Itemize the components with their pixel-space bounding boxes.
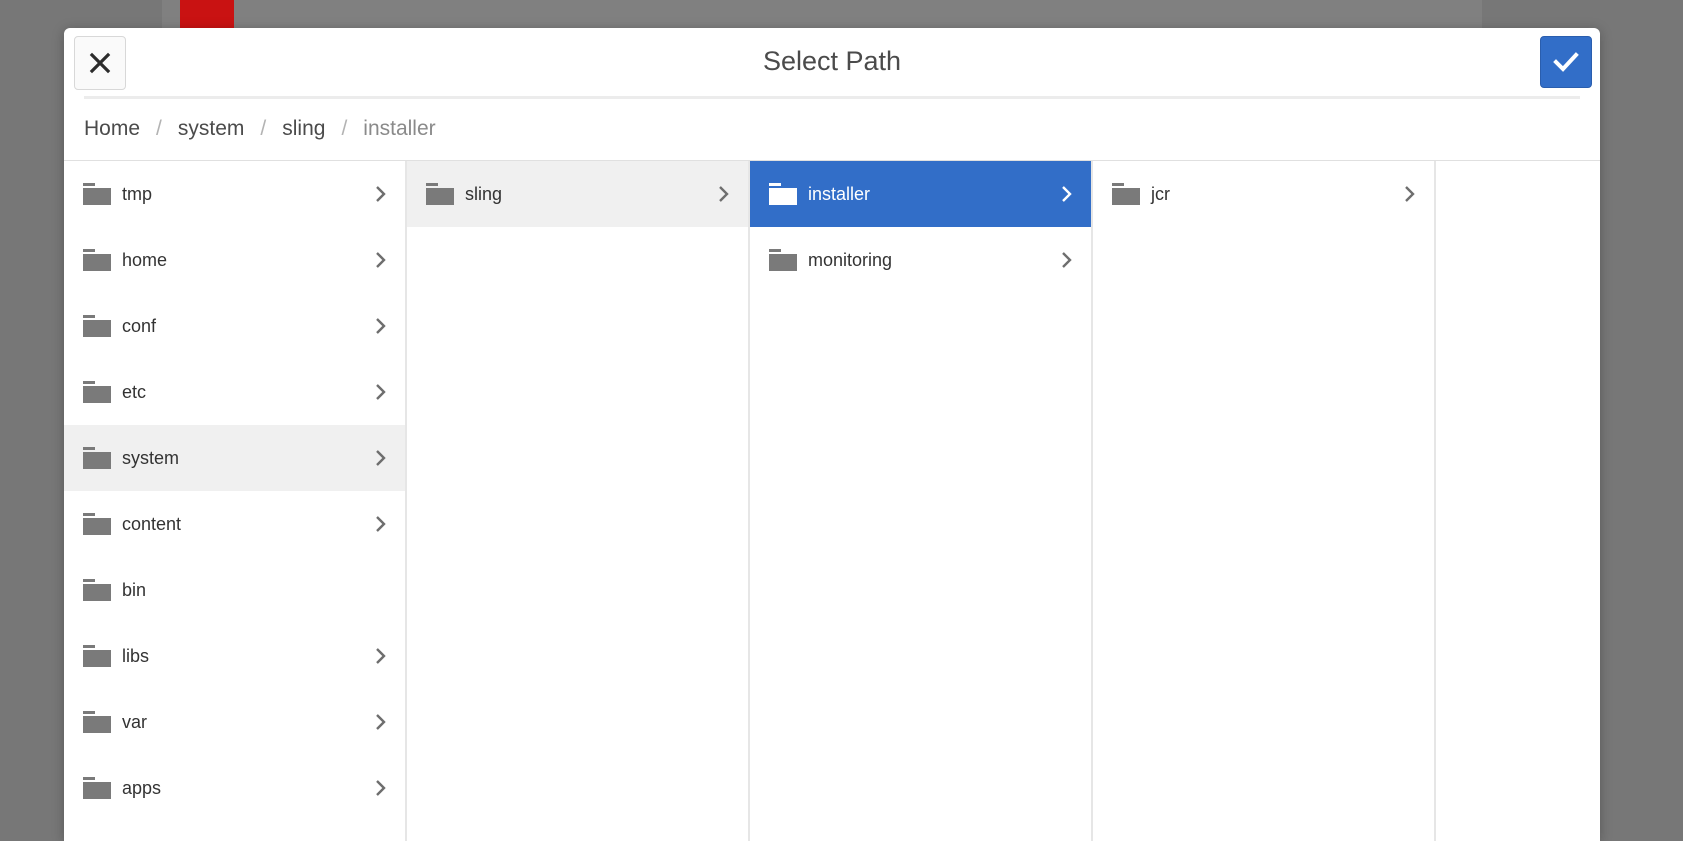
column-root[interactable]: tmp home conf etc system content bin libs var app…: [64, 161, 407, 841]
breadcrumb-separator: /: [260, 117, 267, 140]
folder-label: etc: [122, 381, 147, 402]
folder-row[interactable]: monitoring: [750, 227, 1091, 293]
breadcrumb-sling[interactable]: sling: [282, 117, 325, 141]
chevron-right-icon: [1405, 186, 1415, 202]
folder-row[interactable]: jcr: [1093, 161, 1434, 227]
folder-icon: [83, 645, 111, 667]
dialog-header: Select Path: [64, 28, 1600, 99]
column-installer[interactable]: jcr: [1093, 161, 1436, 841]
folder-label: monitoring: [808, 249, 893, 270]
checkmark-icon: [1553, 52, 1579, 72]
folder-label: jcr: [1151, 183, 1170, 204]
column-browser: tmp home conf etc system content bin libs var app…: [64, 161, 1600, 841]
chevron-right-icon: [376, 516, 386, 532]
chevron-right-icon: [1062, 186, 1072, 202]
folder-icon: [769, 183, 797, 205]
folder-row[interactable]: apps: [64, 755, 405, 821]
folder-row[interactable]: system: [64, 425, 405, 491]
breadcrumb-separator: /: [341, 117, 348, 140]
folder-icon: [83, 381, 111, 403]
chevron-right-icon: [719, 186, 729, 202]
folder-label: bin: [122, 579, 147, 600]
folder-label: apps: [122, 777, 162, 798]
confirm-button[interactable]: [1540, 36, 1592, 88]
folder-icon: [83, 183, 111, 205]
chevron-right-icon: [376, 648, 386, 664]
column-system[interactable]: sling: [407, 161, 750, 841]
folder-row[interactable]: content: [64, 491, 405, 557]
folder-icon: [1112, 183, 1140, 205]
select-path-dialog: Select Path Home / system / sling / inst…: [64, 28, 1600, 841]
folder-row[interactable]: conf: [64, 293, 405, 359]
column-sling[interactable]: installer monitoring: [750, 161, 1093, 841]
folder-icon: [83, 249, 111, 271]
chevron-right-icon: [376, 318, 386, 334]
folder-icon: [83, 777, 111, 799]
folder-label: system: [122, 447, 180, 468]
folder-label: var: [122, 711, 148, 732]
chevron-right-icon: [376, 252, 386, 268]
folder-row[interactable]: bin: [64, 557, 405, 623]
chevron-right-icon: [376, 450, 386, 466]
dialog-title: Select Path: [762, 46, 902, 76]
chevron-right-icon: [376, 186, 386, 202]
folder-icon: [83, 447, 111, 469]
breadcrumb-separator: /: [156, 117, 162, 140]
folder-row[interactable]: home: [64, 227, 405, 293]
adobe-logo: [180, 0, 234, 28]
breadcrumb-home[interactable]: Home: [84, 117, 140, 141]
chevron-right-icon: [376, 714, 386, 730]
folder-label: sling: [465, 183, 503, 204]
folder-icon: [426, 183, 454, 205]
folder-label: home: [122, 249, 168, 270]
folder-row[interactable]: installer: [750, 161, 1091, 227]
chevron-right-icon: [376, 780, 386, 796]
folder-row[interactable]: sling: [407, 161, 748, 227]
folder-icon: [769, 249, 797, 271]
folder-icon: [83, 513, 111, 535]
folder-row[interactable]: libs: [64, 623, 405, 689]
folder-row[interactable]: var: [64, 689, 405, 755]
folder-row[interactable]: etc: [64, 359, 405, 425]
header-divider: [84, 96, 1580, 99]
folder-icon: [83, 711, 111, 733]
chevron-right-icon: [376, 384, 386, 400]
folder-row[interactable]: tmp: [64, 161, 405, 227]
folder-icon: [83, 315, 111, 337]
folder-label: libs: [122, 645, 150, 666]
breadcrumb-installer: installer: [363, 117, 436, 140]
folder-icon: [83, 579, 111, 601]
breadcrumb: Home / system / sling / installer: [64, 98, 1600, 161]
folder-label: tmp: [122, 183, 153, 204]
folder-label: installer: [808, 183, 871, 204]
folder-label: content: [122, 513, 182, 534]
chevron-right-icon: [1062, 252, 1072, 268]
breadcrumb-system[interactable]: system: [178, 117, 245, 141]
folder-label: conf: [122, 315, 157, 336]
